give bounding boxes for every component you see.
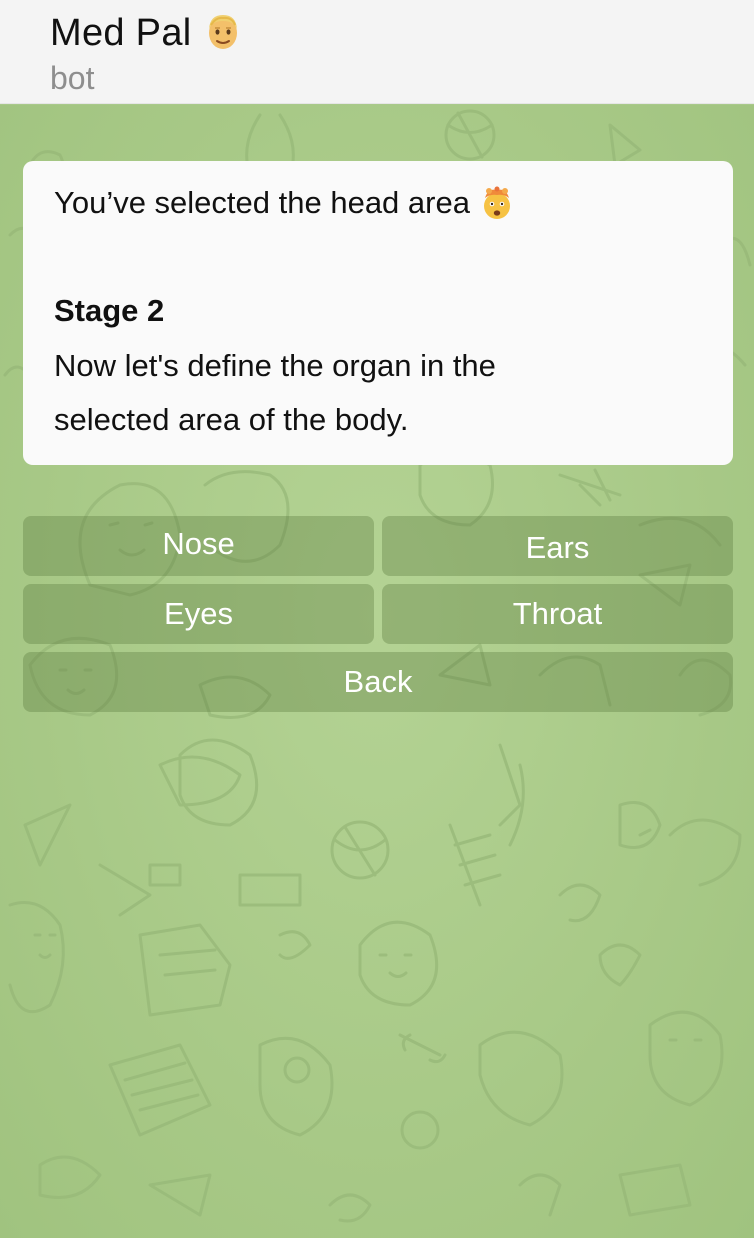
chat-title: Med Pal [50,12,192,54]
message-body-line-2: selected area of the body. [54,402,409,437]
eyes-button[interactable]: Eyes [23,584,374,644]
nose-button[interactable]: Nose [23,516,374,576]
stage-heading: Stage 2 [54,293,165,328]
bot-message-bubble: You’ve selected the head area Stage 2 No… [23,161,733,465]
message-body: Now let's define the organ in the select… [54,339,703,447]
chat-header: Med Pal bot [0,0,754,104]
ears-button[interactable]: Ears [382,516,733,576]
throat-button[interactable]: Throat [382,584,733,644]
exploding-head-emoji-icon [480,186,514,220]
back-button[interactable]: Back [23,652,733,712]
chat-subtitle: bot [50,60,95,96]
message-selected-area-text: You’ve selected the head area [54,185,470,220]
message-line-selected-area: You’ve selected the head area [54,183,703,223]
chat-title-row[interactable]: Med Pal [50,10,240,56]
man-face-emoji-icon [206,11,240,51]
message-body-line-1: Now let's define the organ in the [54,348,496,383]
